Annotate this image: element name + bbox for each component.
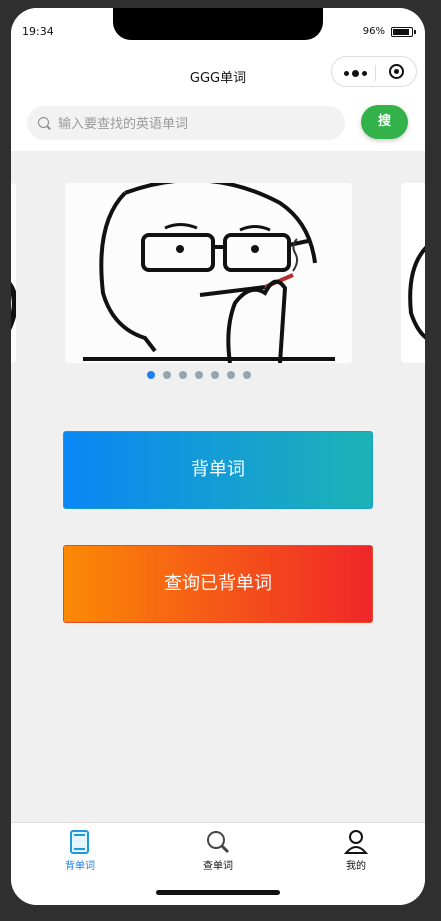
phone-screen: 19:34 96% GGG单词 搜	[11, 8, 425, 905]
carousel-slide-prev[interactable]	[11, 183, 16, 363]
carousel-slide-next[interactable]	[401, 183, 425, 363]
close-miniprogram-icon[interactable]	[389, 64, 404, 79]
banner-carousel[interactable]	[11, 183, 425, 379]
carousel-dot[interactable]	[147, 371, 155, 379]
carousel-dot[interactable]	[243, 371, 251, 379]
tab-profile[interactable]: 我的	[316, 829, 396, 872]
tab-label: 我的	[346, 861, 366, 872]
memorize-words-button[interactable]: 背单词	[63, 431, 373, 509]
meme-image-partial	[11, 282, 16, 331]
meme-image	[65, 183, 352, 363]
tab-search[interactable]: 查单词	[178, 829, 258, 872]
home-indicator	[156, 890, 280, 895]
person-icon	[344, 830, 368, 854]
search-button[interactable]: 搜	[361, 105, 408, 139]
carousel-dot[interactable]	[179, 371, 187, 379]
carousel-dot[interactable]	[227, 371, 235, 379]
carousel-dot[interactable]	[195, 371, 203, 379]
battery-status: 96%	[362, 26, 416, 37]
notch	[113, 8, 323, 40]
carousel-dot[interactable]	[211, 371, 219, 379]
meme-image-partial	[408, 245, 425, 340]
mini-program-capsule[interactable]	[331, 56, 417, 87]
search-bar: 搜	[11, 98, 425, 151]
tab-memorize[interactable]: 背单词	[40, 829, 120, 872]
tab-label: 查单词	[203, 861, 233, 872]
carousel-indicators	[11, 371, 425, 379]
book-icon	[70, 830, 89, 854]
tab-label: 背单词	[65, 861, 95, 872]
search-icon	[207, 831, 230, 854]
capsule-divider	[375, 65, 376, 81]
battery-percent: 96%	[362, 26, 385, 37]
carousel-dot[interactable]	[163, 371, 171, 379]
search-input[interactable]	[56, 106, 340, 142]
search-icon	[38, 117, 49, 128]
nav-bar: GGG单词	[11, 52, 425, 98]
review-words-button[interactable]: 查询已背单词	[63, 545, 373, 623]
battery-icon	[391, 26, 416, 37]
carousel-slide-active[interactable]	[65, 183, 352, 363]
more-icon[interactable]	[344, 70, 367, 77]
status-time: 19:34	[22, 25, 54, 38]
search-field[interactable]	[27, 106, 345, 142]
